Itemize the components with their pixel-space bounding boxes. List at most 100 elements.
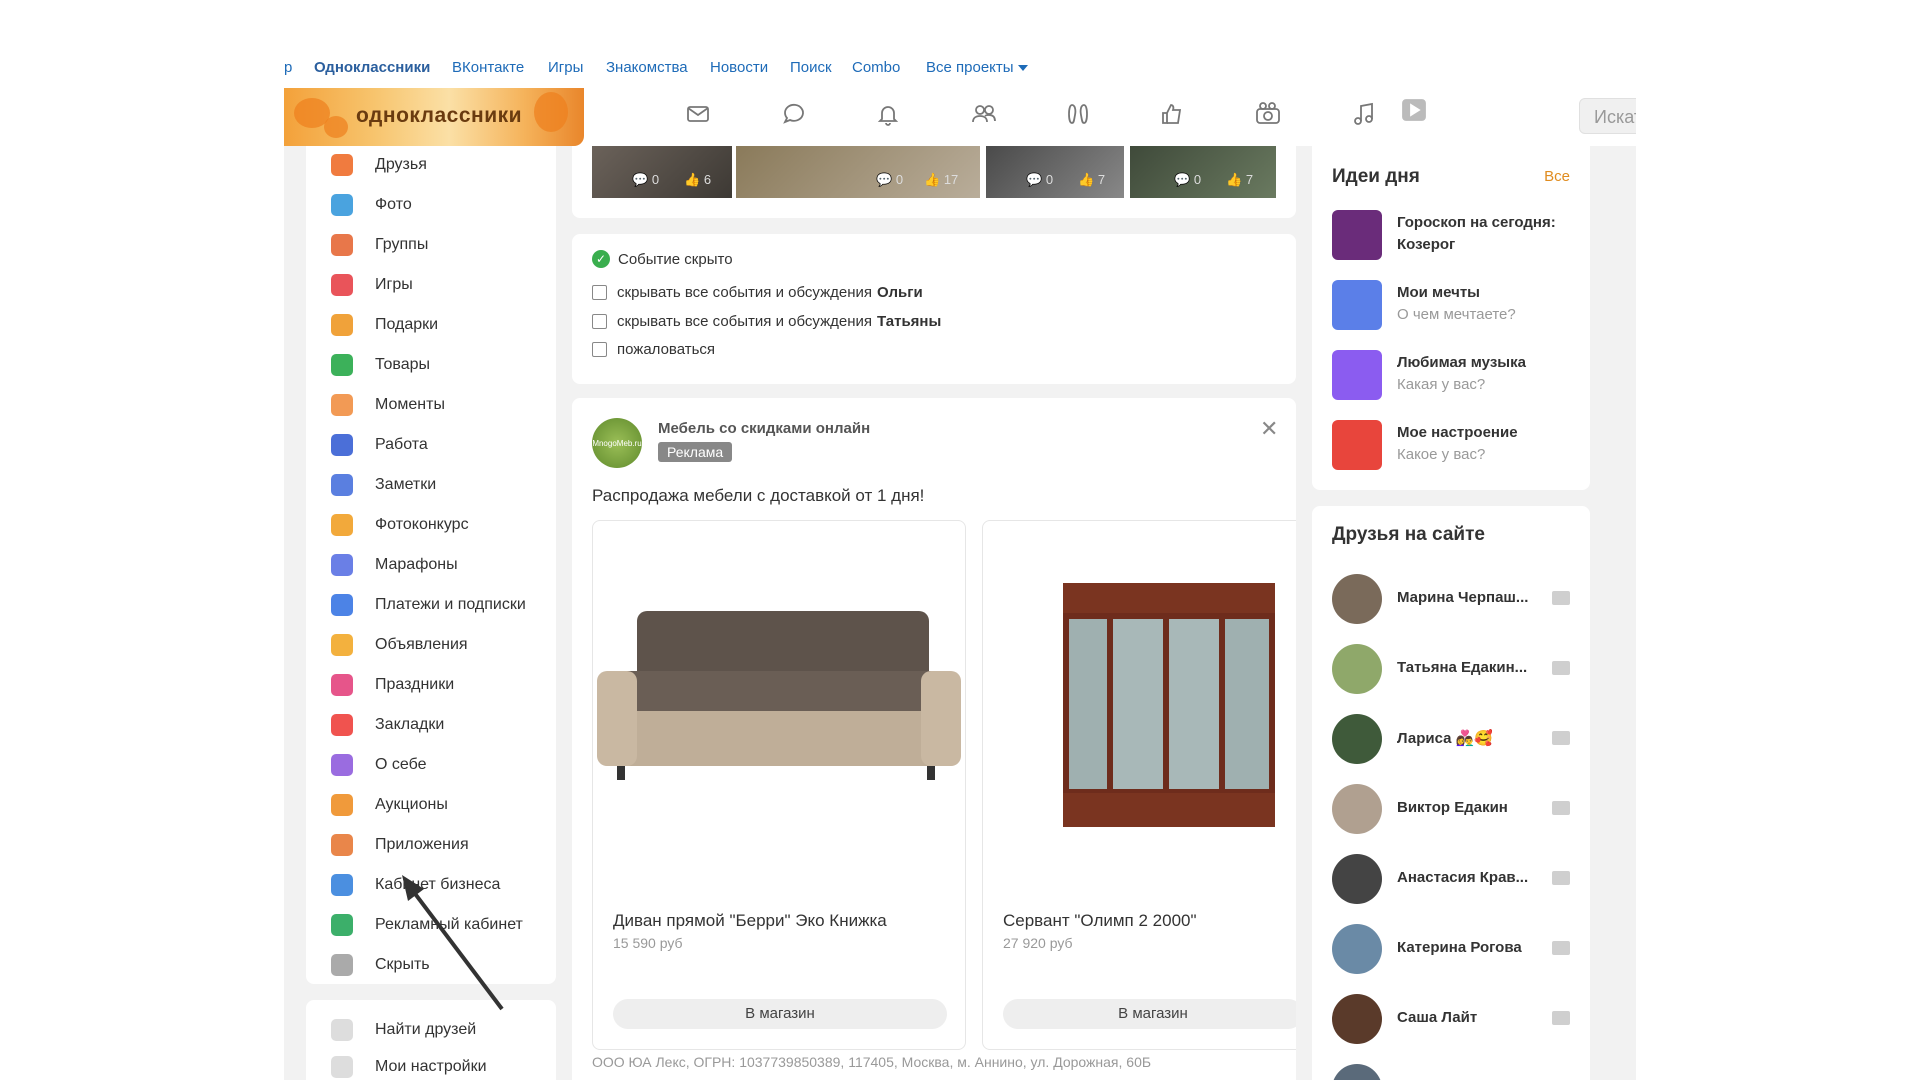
friends-icon[interactable]: [968, 98, 1000, 130]
portal-link-games[interactable]: Игры: [548, 59, 583, 76]
mail-icon[interactable]: [1552, 871, 1570, 885]
hide-olga-checkbox[interactable]: скрывать все события и обсуждения Ольги: [592, 284, 923, 301]
sidebar-item[interactable]: Товары: [331, 350, 430, 380]
photo-thumb[interactable]: 💬 0 👍 7: [986, 146, 1124, 198]
sidebar-item[interactable]: Моменты: [331, 390, 445, 420]
checkbox[interactable]: [592, 314, 607, 329]
avatar[interactable]: [1332, 924, 1382, 974]
idea-item[interactable]: Гороскоп на сегодня: Козерог: [1332, 210, 1582, 262]
idea-item[interactable]: Мои мечты О чем мечтаете?: [1332, 280, 1582, 332]
report-checkbox[interactable]: пожаловаться: [592, 341, 715, 358]
photo-thumb[interactable]: 💬 0 👍 17: [736, 146, 980, 198]
product-title[interactable]: Сервант "Олимп 2 2000": [1003, 911, 1197, 931]
checkbox[interactable]: [592, 285, 607, 300]
sidebar-item[interactable]: Фото: [331, 190, 412, 220]
portal-link-search[interactable]: Поиск: [790, 59, 832, 76]
friend-item[interactable]: Саша Лайт: [1332, 994, 1572, 1044]
sidebar-item[interactable]: Игры: [331, 270, 413, 300]
find-friends-icon: [331, 1019, 353, 1041]
mail-icon[interactable]: [1552, 941, 1570, 955]
idea-thumb: [1332, 280, 1382, 330]
friend-name[interactable]: Марина Черпаш...: [1397, 589, 1537, 606]
portal-link-vk[interactable]: ВКонтакте: [452, 59, 524, 76]
chat-icon[interactable]: [778, 98, 810, 130]
bell-icon[interactable]: [872, 98, 904, 130]
advertiser-avatar[interactable]: MnogoMeb.ru: [592, 418, 642, 468]
portal-link-ok[interactable]: Одноклассники: [314, 59, 430, 76]
logo[interactable]: одноклассники: [284, 88, 584, 146]
friend-name[interactable]: Анастасия Крав...: [1397, 869, 1537, 886]
portal-link-combo[interactable]: Combo: [852, 59, 900, 76]
sidebar-item[interactable]: Праздники: [331, 670, 454, 700]
to-store-button[interactable]: В магазин: [613, 999, 947, 1029]
likes-icon[interactable]: [1156, 98, 1188, 130]
idea-item[interactable]: Мое настроение Какое у вас?: [1332, 420, 1582, 472]
sidebar-item-label: Закладки: [375, 716, 445, 733]
friend-item[interactable]: Анастасия Крав...: [1332, 854, 1572, 904]
camera-icon[interactable]: [1252, 98, 1284, 130]
friend-item[interactable]: Татьяна Едакин...: [1332, 644, 1572, 694]
friend-item[interactable]: Катерина Рогова: [1332, 924, 1572, 974]
sidebar-item[interactable]: Заметки: [331, 470, 436, 500]
sidebar-item[interactable]: Группы: [331, 230, 428, 260]
friend-item[interactable]: Виктор Едакин: [1332, 784, 1572, 834]
portal-link-news[interactable]: Новости: [710, 59, 768, 76]
close-icon[interactable]: ✕: [1260, 416, 1278, 442]
sidebar-item[interactable]: Марафоны: [331, 550, 458, 580]
avatar[interactable]: [1332, 994, 1382, 1044]
sidebar-item[interactable]: О себе: [331, 750, 427, 780]
ideas-all-link[interactable]: Все: [1544, 168, 1570, 185]
video-icon[interactable]: [1398, 94, 1430, 126]
mail-icon[interactable]: [1552, 1011, 1570, 1025]
avatar[interactable]: [1332, 574, 1382, 624]
sidebar-item-label: Друзья: [375, 156, 427, 173]
product-card[interactable]: Сервант "Олимп 2 2000" 27 920 руб В мага…: [982, 520, 1296, 1050]
idea-item[interactable]: Любимая музыка Какая у вас?: [1332, 350, 1582, 402]
avatar[interactable]: [1332, 1064, 1382, 1080]
sidebar-item[interactable]: Закладки: [331, 710, 444, 740]
portal-link[interactable]: р: [284, 59, 292, 76]
mail-icon[interactable]: [1552, 591, 1570, 605]
guests-icon[interactable]: [1062, 98, 1094, 130]
sidebar-item[interactable]: Фотоконкурс: [331, 510, 469, 540]
search-input[interactable]: Искат: [1579, 98, 1636, 134]
portal-link-dating[interactable]: Знакомства: [606, 59, 688, 76]
avatar[interactable]: [1332, 714, 1382, 764]
mail-icon[interactable]: [1552, 731, 1570, 745]
sidebar-item[interactable]: Приложения: [331, 830, 469, 860]
sidebar-item-settings[interactable]: Мои настройки: [331, 1052, 487, 1080]
hide-tatiana-checkbox[interactable]: скрывать все события и обсуждения Татьяны: [592, 313, 941, 330]
avatar[interactable]: [1332, 644, 1382, 694]
sidebar-item[interactable]: Подарки: [331, 310, 438, 340]
sidebar-item[interactable]: Друзья: [331, 150, 427, 180]
friend-name[interactable]: Виктор Едакин: [1397, 799, 1537, 816]
to-store-button[interactable]: В магазин: [1003, 999, 1296, 1029]
friend-name[interactable]: Саша Лайт: [1397, 1009, 1537, 1026]
friend-name[interactable]: Катерина Рогова: [1397, 939, 1537, 956]
portal-link-all-projects[interactable]: Все проекты: [926, 59, 1028, 76]
sidebar-item[interactable]: Аукционы: [331, 790, 448, 820]
mail-icon[interactable]: [1552, 801, 1570, 815]
photo-thumb[interactable]: 💬 0 👍 6: [592, 146, 732, 198]
advertiser-name[interactable]: Мебель со скидками онлайн: [658, 420, 870, 437]
friend-item[interactable]: Лариса 👩‍❤️‍👨🥰: [1332, 714, 1572, 764]
photo-thumb[interactable]: 💬 0 👍 7: [1130, 146, 1276, 198]
product-title[interactable]: Диван прямой "Берри" Эко Книжка: [613, 911, 887, 931]
sidebar-item[interactable]: Платежи и подписки: [331, 590, 526, 620]
friend-item[interactable]: Марина Черпаш...: [1332, 574, 1572, 624]
sidebar-item[interactable]: Работа: [331, 430, 428, 460]
likes-count: 👍 7: [1078, 172, 1106, 187]
avatar[interactable]: [1332, 784, 1382, 834]
mail-icon[interactable]: [682, 98, 714, 130]
friend-name[interactable]: Татьяна Едакин...: [1397, 659, 1537, 676]
checkbox[interactable]: [592, 342, 607, 357]
sidebar-item-label: О себе: [375, 756, 427, 773]
friend-name[interactable]: Лариса 👩‍❤️‍👨🥰: [1397, 729, 1537, 747]
sidebar-item[interactable]: Объявления: [331, 630, 468, 660]
mail-icon[interactable]: [1552, 661, 1570, 675]
sidebar-item-find-friends[interactable]: Найти друзей: [331, 1015, 476, 1045]
music-icon[interactable]: [1348, 98, 1380, 130]
friend-item[interactable]: Геннадий Парам...: [1332, 1064, 1572, 1080]
product-card[interactable]: Диван прямой "Берри" Эко Книжка 15 590 р…: [592, 520, 966, 1050]
avatar[interactable]: [1332, 854, 1382, 904]
